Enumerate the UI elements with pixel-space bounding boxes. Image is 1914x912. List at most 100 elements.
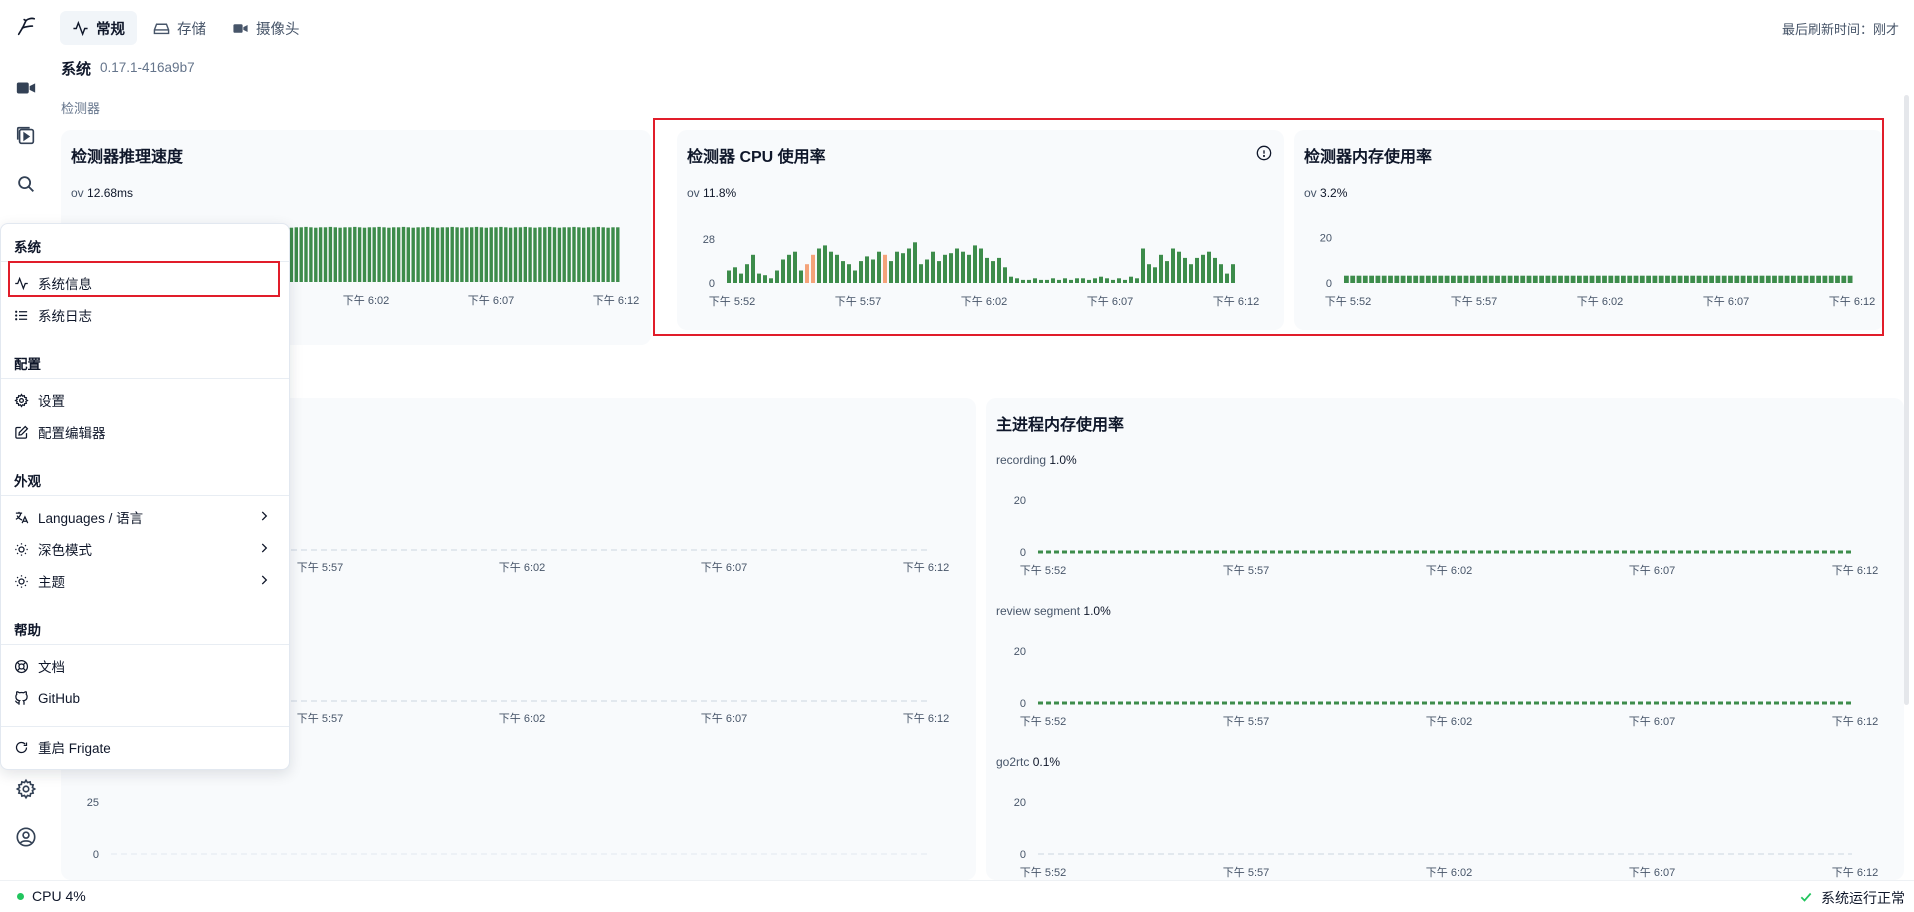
chart-bar[interactable] — [294, 227, 298, 282]
chart-bar[interactable] — [513, 227, 518, 282]
chart-bar[interactable] — [562, 227, 566, 282]
system-status-text[interactable]: 系统运行正常 — [1821, 888, 1905, 908]
chart-bar[interactable] — [596, 226, 600, 282]
chart-bar[interactable] — [557, 227, 562, 282]
chart-bar[interactable] — [460, 227, 464, 282]
chart-bar[interactable] — [538, 227, 542, 282]
chart-bar[interactable] — [494, 227, 498, 282]
x-tick-label: 下午 6:02 — [499, 561, 545, 574]
cpu-usage-text[interactable]: CPU 4% — [32, 888, 86, 904]
chart-bar[interactable] — [309, 227, 313, 282]
menu-item-github-label: GitHub — [38, 690, 81, 706]
chart-bar[interactable] — [289, 227, 294, 282]
chart-bar[interactable] — [421, 227, 425, 282]
chart-bar[interactable] — [440, 227, 445, 282]
chart-bar[interactable] — [533, 227, 537, 282]
chart-bar[interactable] — [586, 227, 591, 282]
chart-bar[interactable] — [367, 227, 372, 282]
chart-bar[interactable] — [474, 226, 479, 282]
chart-bar[interactable] — [392, 227, 396, 282]
tab-general[interactable]: 常规 — [60, 11, 137, 45]
menu-heading-help: 帮助 — [14, 623, 41, 638]
menu-item-restart[interactable]: 重启 Frigate — [5, 733, 285, 761]
chart-bar[interactable] — [401, 226, 406, 282]
chart-bar[interactable] — [348, 227, 352, 282]
chart-bar[interactable] — [601, 227, 605, 282]
chart-bar[interactable] — [333, 227, 337, 282]
chart-bar[interactable] — [416, 227, 420, 282]
review-icon[interactable] — [11, 121, 41, 151]
chart-bar[interactable] — [465, 227, 469, 282]
chart-bar[interactable] — [577, 227, 581, 282]
frigate-logo-icon[interactable] — [11, 12, 41, 42]
chart-bar[interactable] — [323, 227, 328, 282]
menu-item-system-logs[interactable]: 系统日志 — [5, 301, 285, 329]
check-icon — [1800, 892, 1812, 902]
chart-bar[interactable] — [387, 227, 391, 282]
x-tick-label: 下午 6:07 — [468, 294, 514, 307]
menu-item-docs-label: 文档 — [38, 660, 65, 675]
chart-bar[interactable] — [382, 227, 386, 282]
settings-gear-icon[interactable] — [11, 774, 41, 804]
chart-bar[interactable] — [455, 227, 459, 282]
menu-item-docs[interactable]: 文档 — [5, 652, 285, 680]
chart-bar[interactable] — [357, 227, 362, 282]
chart-bar[interactable] — [616, 227, 620, 282]
chart-bar[interactable] — [299, 227, 303, 282]
menu-item-github[interactable]: GitHub — [5, 684, 285, 712]
chart-bar[interactable] — [411, 227, 415, 282]
chart-bar[interactable] — [518, 227, 523, 282]
scrollbar[interactable] — [1904, 95, 1909, 705]
menu-item-languages[interactable]: Languages / 语言 — [5, 503, 285, 531]
chart-bar[interactable] — [396, 227, 401, 282]
tab-general-label: 常规 — [96, 21, 125, 38]
x-tick-label: 下午 5:57 — [1223, 564, 1269, 577]
chart-bar[interactable] — [372, 227, 376, 282]
chart-bar[interactable] — [426, 226, 430, 282]
chart-bar[interactable] — [611, 227, 615, 282]
menu-item-dark-mode[interactable]: 深色模式 — [5, 535, 285, 563]
chart-bar[interactable] — [528, 227, 532, 282]
menu-item-config-editor[interactable]: 配置编辑器 — [5, 418, 285, 446]
chart-bar[interactable] — [431, 227, 435, 282]
tab-storage[interactable]: 存储 — [141, 11, 218, 45]
menu-item-settings[interactable]: 设置 — [5, 386, 285, 414]
tab-cameras[interactable]: 摄像头 — [220, 11, 312, 45]
chart-bar[interactable] — [470, 227, 474, 282]
recording-memory-chart: 0 20 下午 5:52 下午 5:57 下午 6:02 下午 6:07 下午 6:12 — [1014, 495, 1878, 577]
settings-dropdown-menu: 系统 系统信息 系统日志 配置 设置 配置编辑器 外观 Languages / … — [0, 223, 290, 770]
menu-divider — [1, 726, 289, 727]
chart-bar[interactable] — [572, 226, 576, 282]
chart-bar[interactable] — [318, 227, 323, 282]
chart-bar[interactable] — [338, 227, 342, 282]
chart-bar[interactable] — [450, 226, 454, 282]
chart-bar[interactable] — [606, 227, 610, 282]
chart-bar[interactable] — [523, 226, 527, 282]
chart-bar[interactable] — [582, 227, 586, 282]
chart-bar[interactable] — [479, 227, 484, 282]
chart-bar[interactable] — [445, 227, 449, 282]
chart-bar[interactable] — [489, 227, 493, 282]
search-icon[interactable] — [11, 169, 41, 199]
chart-bar[interactable] — [499, 226, 503, 282]
chart-bar[interactable] — [377, 226, 381, 282]
chart-bar[interactable] — [552, 227, 557, 282]
chart-bar[interactable] — [314, 227, 318, 282]
chart-bar[interactable] — [353, 226, 357, 282]
chart-bar[interactable] — [435, 227, 440, 282]
chart-bar[interactable] — [406, 227, 410, 282]
chart-bar[interactable] — [508, 227, 513, 282]
chart-bar[interactable] — [543, 227, 547, 282]
chart-bar[interactable] — [343, 227, 347, 282]
chart-bar[interactable] — [591, 227, 596, 282]
chart-bar[interactable] — [547, 226, 552, 282]
chart-bar[interactable] — [484, 227, 488, 282]
chart-bar[interactable] — [328, 226, 333, 282]
menu-item-theme[interactable]: 主题 — [5, 567, 285, 595]
live-camera-icon[interactable] — [11, 73, 41, 103]
chart-bar[interactable] — [304, 226, 308, 282]
chart-bar[interactable] — [567, 227, 571, 282]
chart-bar[interactable] — [362, 227, 367, 282]
account-avatar-icon[interactable] — [11, 822, 41, 852]
chart-bar[interactable] — [504, 227, 508, 282]
